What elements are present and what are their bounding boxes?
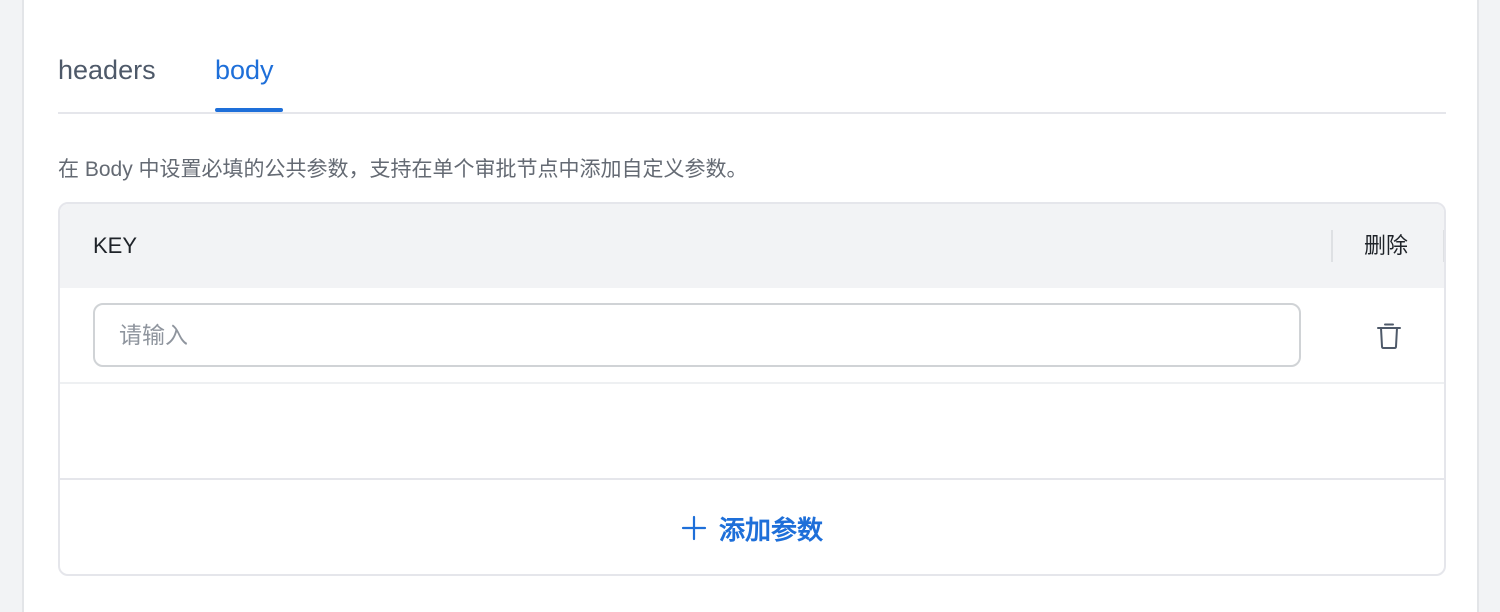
plus-icon	[681, 515, 707, 541]
column-divider	[1331, 230, 1333, 262]
table-row	[60, 288, 1444, 384]
column-divider	[1443, 230, 1444, 262]
column-header-key: KEY	[93, 233, 138, 258]
tab-bar: headers body	[58, 0, 1446, 114]
key-input[interactable]	[93, 303, 1301, 367]
tab-headers[interactable]: headers	[58, 52, 156, 88]
add-parameter-button[interactable]: 添加参数	[60, 480, 1444, 574]
table-header: KEY 删除	[60, 204, 1444, 288]
table-empty-area	[60, 384, 1444, 480]
body-description: 在 Body 中设置必填的公共参数，支持在单个审批节点中添加自定义参数。	[58, 158, 748, 181]
params-table: KEY 删除 添加参数	[58, 202, 1446, 576]
add-parameter-label: 添加参数	[718, 514, 823, 545]
tab-body[interactable]: body	[215, 52, 274, 88]
trash-icon[interactable]	[1374, 321, 1404, 351]
settings-panel: headers body 在 Body 中设置必填的公共参数，支持在单个审批节点…	[22, 0, 1479, 612]
active-tab-indicator	[215, 108, 283, 112]
column-header-delete: 删除	[1364, 233, 1409, 258]
